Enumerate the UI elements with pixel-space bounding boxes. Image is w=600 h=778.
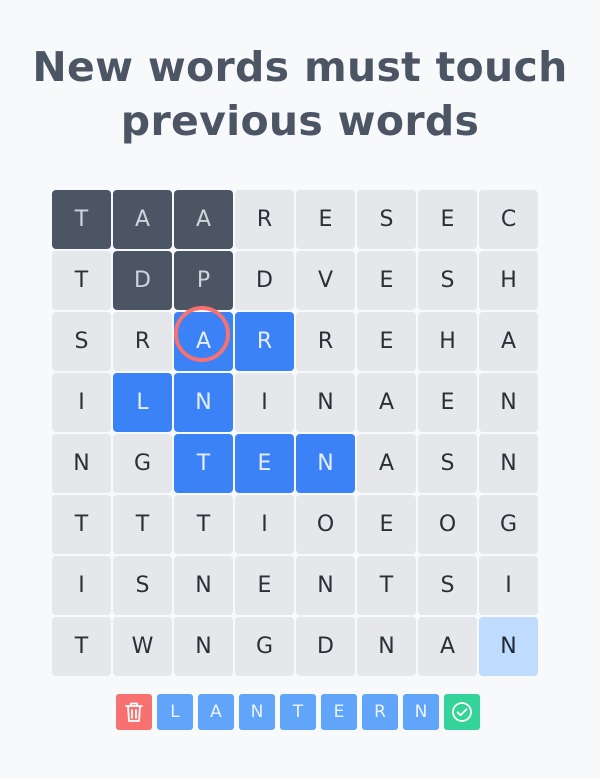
grid-cell-r2-c7[interactable]: A <box>479 312 538 371</box>
grid-cell-r0-c7[interactable]: C <box>479 190 538 249</box>
grid-cell-r5-c1[interactable]: T <box>113 495 172 554</box>
grid-cell-r7-c2[interactable]: N <box>174 617 233 676</box>
grid-cell-r4-c1[interactable]: G <box>113 434 172 493</box>
grid-cell-r5-c0[interactable]: T <box>52 495 111 554</box>
grid-cell-r5-c5[interactable]: E <box>357 495 416 554</box>
grid-cell-r2-c3[interactable]: R <box>235 312 294 371</box>
title-line-1: New words must touch <box>32 43 568 91</box>
grid-cell-r7-c7[interactable]: N <box>479 617 538 676</box>
grid-cell-r4-c2[interactable]: T <box>174 434 233 493</box>
grid-cell-r7-c1[interactable]: W <box>113 617 172 676</box>
grid-cell-r6-c2[interactable]: N <box>174 556 233 615</box>
grid-cell-r4-c5[interactable]: A <box>357 434 416 493</box>
submit-button[interactable] <box>444 694 480 730</box>
grid-cell-r5-c6[interactable]: O <box>418 495 477 554</box>
grid-cell-r2-c1[interactable]: R <box>113 312 172 371</box>
trash-icon <box>125 702 143 722</box>
grid-cell-r6-c1[interactable]: S <box>113 556 172 615</box>
grid-cell-r3-c3[interactable]: I <box>235 373 294 432</box>
current-word-tray: LANTERN <box>116 694 480 730</box>
grid-cell-r3-c1[interactable]: L <box>113 373 172 432</box>
grid-cell-r5-c2[interactable]: T <box>174 495 233 554</box>
grid-cell-r3-c0[interactable]: I <box>52 373 111 432</box>
grid-cell-r0-c2[interactable]: A <box>174 190 233 249</box>
word-tile: N <box>403 694 439 730</box>
grid-cell-r1-c1[interactable]: D <box>113 251 172 310</box>
grid-cell-r6-c6[interactable]: S <box>418 556 477 615</box>
grid-cell-r2-c5[interactable]: E <box>357 312 416 371</box>
grid-cell-r1-c2[interactable]: P <box>174 251 233 310</box>
grid-cell-r6-c0[interactable]: I <box>52 556 111 615</box>
grid-cell-r4-c0[interactable]: N <box>52 434 111 493</box>
grid-cell-r5-c4[interactable]: O <box>296 495 355 554</box>
grid-cell-r2-c6[interactable]: H <box>418 312 477 371</box>
grid-cell-r1-c0[interactable]: T <box>52 251 111 310</box>
grid-cell-r5-c3[interactable]: I <box>235 495 294 554</box>
grid-cell-r0-c4[interactable]: E <box>296 190 355 249</box>
grid-cell-r4-c6[interactable]: S <box>418 434 477 493</box>
page-title: New words must touch previous words <box>0 40 600 148</box>
word-tile: T <box>280 694 316 730</box>
grid-cell-r0-c0[interactable]: T <box>52 190 111 249</box>
word-tile: A <box>198 694 234 730</box>
grid-cell-r6-c4[interactable]: N <box>296 556 355 615</box>
grid-cell-r3-c2[interactable]: N <box>174 373 233 432</box>
grid-cell-r3-c7[interactable]: N <box>479 373 538 432</box>
grid-cell-r4-c7[interactable]: N <box>479 434 538 493</box>
grid-cell-r1-c7[interactable]: H <box>479 251 538 310</box>
grid-cell-r6-c7[interactable]: I <box>479 556 538 615</box>
grid-cell-r7-c4[interactable]: D <box>296 617 355 676</box>
grid-cell-r7-c5[interactable]: N <box>357 617 416 676</box>
grid-cell-r4-c4[interactable]: N <box>296 434 355 493</box>
grid-cell-r6-c3[interactable]: E <box>235 556 294 615</box>
grid-cell-r7-c6[interactable]: A <box>418 617 477 676</box>
grid-cell-r2-c0[interactable]: S <box>52 312 111 371</box>
grid-cell-r0-c6[interactable]: E <box>418 190 477 249</box>
grid-cell-r4-c3[interactable]: E <box>235 434 294 493</box>
delete-button[interactable] <box>116 694 152 730</box>
check-circle-icon <box>452 702 472 722</box>
grid-cell-r3-c5[interactable]: A <box>357 373 416 432</box>
grid-cell-r2-c4[interactable]: R <box>296 312 355 371</box>
grid-cell-r2-c2[interactable]: A <box>174 312 233 371</box>
word-tile: E <box>321 694 357 730</box>
grid-cell-r3-c6[interactable]: E <box>418 373 477 432</box>
grid-cell-r0-c1[interactable]: A <box>113 190 172 249</box>
grid-cell-r1-c4[interactable]: V <box>296 251 355 310</box>
grid-cell-r7-c0[interactable]: T <box>52 617 111 676</box>
word-tile: R <box>362 694 398 730</box>
grid-cell-r0-c3[interactable]: R <box>235 190 294 249</box>
word-tile: L <box>157 694 193 730</box>
grid-cell-r1-c3[interactable]: D <box>235 251 294 310</box>
title-line-2: previous words <box>120 97 480 145</box>
grid-cell-r1-c6[interactable]: S <box>418 251 477 310</box>
grid-cell-r7-c3[interactable]: G <box>235 617 294 676</box>
grid-cell-r3-c4[interactable]: N <box>296 373 355 432</box>
word-tiles: LANTERN <box>157 694 439 730</box>
grid-cell-r5-c7[interactable]: G <box>479 495 538 554</box>
letter-grid: TAARESECTDPDVESHSRARREHAILNINAENNGTENASN… <box>52 190 541 678</box>
grid-cell-r0-c5[interactable]: S <box>357 190 416 249</box>
word-tile: N <box>239 694 275 730</box>
grid-cell-r1-c5[interactable]: E <box>357 251 416 310</box>
grid-cell-r6-c5[interactable]: T <box>357 556 416 615</box>
